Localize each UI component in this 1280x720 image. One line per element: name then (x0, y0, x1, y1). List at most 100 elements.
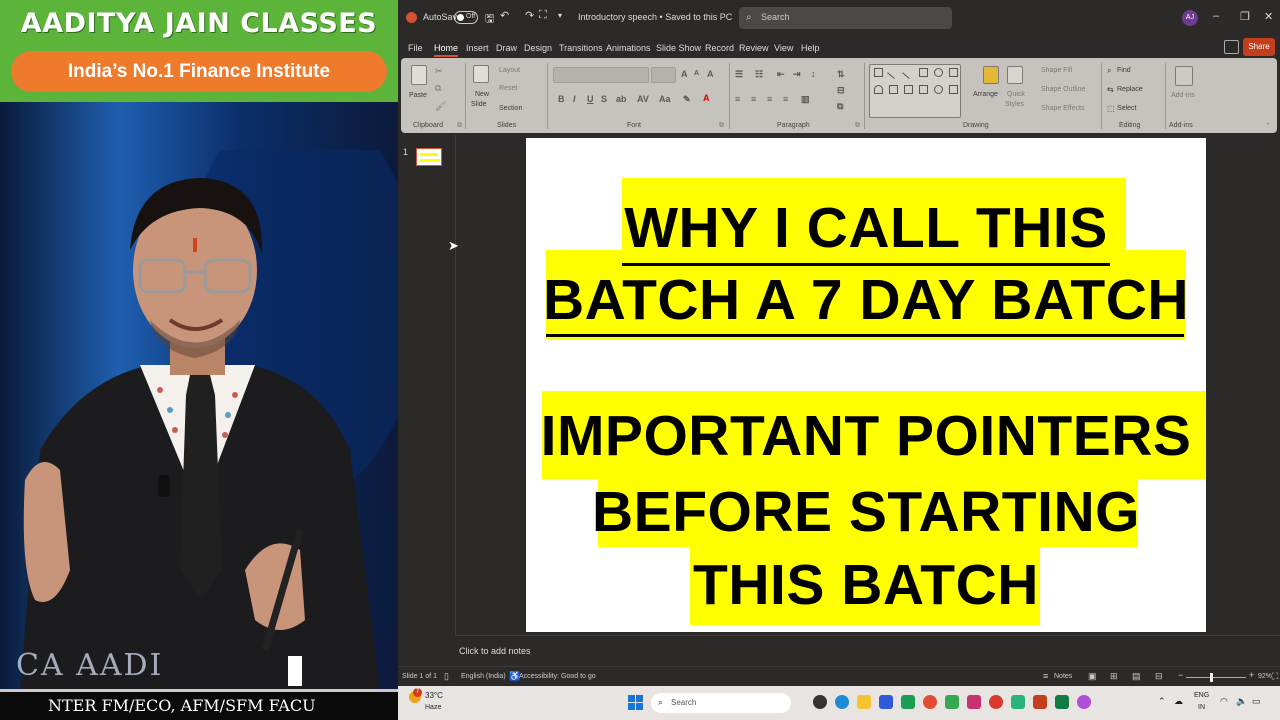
replace-icon[interactable]: ⇆ (1107, 85, 1114, 94)
share-button[interactable]: Share (1243, 38, 1275, 56)
find-button[interactable]: Find (1117, 67, 1131, 74)
fit-slide-icon[interactable]: ⛶ (1272, 671, 1278, 682)
maximize-icon[interactable]: ❐ (1240, 10, 1250, 23)
grow-font-icon[interactable]: A (681, 69, 688, 79)
text-shadow-icon[interactable]: ab (616, 94, 627, 104)
undo-icon[interactable]: ↶ (500, 9, 509, 22)
wifi-icon[interactable]: ◠ (1220, 696, 1228, 707)
replace-button[interactable]: Replace (1117, 86, 1143, 93)
copilot-icon[interactable] (1077, 695, 1091, 709)
shape-triangle-icon[interactable] (889, 85, 898, 94)
new-slide-label-2[interactable]: Slide (471, 101, 487, 108)
save-icon[interactable]: 🖫 (485, 10, 494, 29)
notes-pane[interactable]: Click to add notes (455, 635, 1280, 665)
present-icon[interactable]: ⛶ (539, 9, 547, 22)
zoom-out-icon[interactable]: − (1178, 670, 1183, 680)
slide-sorter-icon[interactable]: ⊞ (1110, 671, 1118, 682)
powerpoint-taskbar-icon[interactable] (1033, 695, 1047, 709)
tab-draw[interactable]: Draw (496, 43, 517, 53)
font-launcher-icon[interactable]: ⧉ (719, 122, 724, 130)
shape-chevron-icon[interactable] (904, 85, 913, 94)
task-view-icon[interactable] (813, 695, 827, 709)
select-button[interactable]: Select (1117, 105, 1136, 112)
section-button[interactable]: Section (499, 105, 522, 112)
shape-fill-button[interactable]: Shape Fill (1041, 67, 1072, 74)
chrome-icon[interactable] (923, 695, 937, 709)
smartart-icon[interactable]: ⧉ (837, 101, 843, 112)
tab-home[interactable]: Home (434, 43, 459, 57)
shape-rectangle-icon[interactable] (874, 68, 883, 77)
shrink-font-icon[interactable]: A (694, 70, 699, 77)
redo-icon[interactable]: ↷ (525, 9, 534, 22)
tray-cloud-icon[interactable]: ☁ (1174, 696, 1183, 707)
tray-overflow-icon[interactable]: ⌃ (1158, 696, 1166, 707)
arrange-label[interactable]: Arrange (973, 91, 998, 98)
taskbar-search[interactable]: ⌕ Search (651, 693, 791, 713)
slide-thumbnail[interactable] (415, 147, 443, 167)
slide-canvas[interactable]: WHY I CALL THIS BATCH A 7 DAY BATCH IMPO… (526, 138, 1206, 632)
normal-view-icon[interactable]: ▣ (1088, 671, 1097, 682)
addins-icon[interactable] (1175, 66, 1193, 86)
underline-icon[interactable]: U (587, 94, 594, 104)
justify-icon[interactable]: ≡ (783, 94, 788, 104)
tab-design[interactable]: Design (524, 43, 552, 53)
tab-animations[interactable]: Animations (606, 43, 651, 53)
drive-icon[interactable] (945, 695, 959, 709)
tab-slide-show[interactable]: Slide Show (656, 43, 701, 53)
font-size-field[interactable] (651, 67, 676, 83)
reset-button[interactable]: Reset (499, 85, 517, 92)
tab-help[interactable]: Help (801, 43, 820, 53)
document-title[interactable]: Introductory speech • Saved to this PC (578, 12, 732, 22)
numbering-icon[interactable]: ☷ (755, 69, 763, 80)
shape-oval-icon[interactable] (934, 68, 943, 77)
clear-format-icon[interactable]: A (707, 69, 714, 79)
language-line-2[interactable]: IN (1198, 704, 1205, 711)
align-left-icon[interactable]: ≡ (735, 94, 740, 104)
align-right-icon[interactable]: ≡ (767, 94, 772, 104)
shape-effects-button[interactable]: Shape Effects (1041, 105, 1084, 112)
shape-pentagon-icon[interactable] (919, 85, 928, 94)
copy-icon[interactable]: ⧉ (435, 83, 441, 94)
layout-button[interactable]: Layout (499, 67, 520, 74)
line-spacing-icon[interactable]: ↕ (811, 69, 816, 79)
tab-record[interactable]: Record (705, 43, 734, 53)
quick-styles-icon[interactable] (1007, 66, 1023, 84)
store-icon[interactable] (879, 695, 893, 709)
minimize-icon[interactable]: – (1213, 10, 1219, 22)
file-explorer-icon[interactable] (857, 695, 871, 709)
language-line-1[interactable]: ENG (1194, 692, 1209, 699)
tab-insert[interactable]: Insert (466, 43, 489, 53)
windows-start-icon[interactable] (628, 695, 643, 710)
edge-icon[interactable] (835, 695, 849, 709)
cut-icon[interactable]: ✂ (435, 66, 443, 77)
paste-icon[interactable] (411, 65, 427, 85)
clipboard-launcher-icon[interactable]: ⧉ (457, 122, 462, 130)
close-icon[interactable]: ✕ (1264, 10, 1273, 23)
tab-transitions[interactable]: Transitions (559, 43, 603, 53)
search-box[interactable]: ⌕ Search (739, 7, 952, 29)
app-badge-icon[interactable] (967, 695, 981, 709)
highlight-icon[interactable]: ✎ (683, 94, 691, 105)
quick-styles-label-2[interactable]: Styles (1005, 101, 1024, 108)
addins-button[interactable]: Add-ins (1171, 92, 1195, 99)
battery-icon[interactable]: ▭ (1252, 696, 1261, 707)
volume-icon[interactable]: 🔈 (1236, 696, 1247, 707)
align-center-icon[interactable]: ≡ (751, 94, 756, 104)
shape-outline-button[interactable]: Shape Outline (1041, 86, 1085, 93)
font-color-icon[interactable]: A (703, 93, 710, 103)
new-slide-label-1[interactable]: New (475, 91, 489, 98)
language-status[interactable]: English (India) (461, 673, 506, 680)
tab-file[interactable]: File (408, 43, 423, 53)
paste-label[interactable]: Paste (409, 92, 427, 99)
quick-styles-label-1[interactable]: Quick (1007, 91, 1025, 98)
zoom-slider-thumb[interactable] (1210, 673, 1213, 682)
reading-view-icon[interactable]: ▤ (1132, 671, 1141, 682)
select-icon[interactable]: ⬚ (1107, 104, 1115, 113)
zoom-slider[interactable] (1186, 677, 1246, 678)
accessibility-status[interactable]: Accessibility: Good to go (519, 673, 596, 680)
align-text-icon[interactable]: ⊟ (837, 85, 845, 96)
zoom-level[interactable]: 92% (1258, 673, 1272, 680)
panel-divider[interactable] (455, 135, 456, 665)
weather-condition[interactable]: Haze (425, 704, 441, 711)
shape-rounded-icon[interactable] (949, 68, 958, 77)
